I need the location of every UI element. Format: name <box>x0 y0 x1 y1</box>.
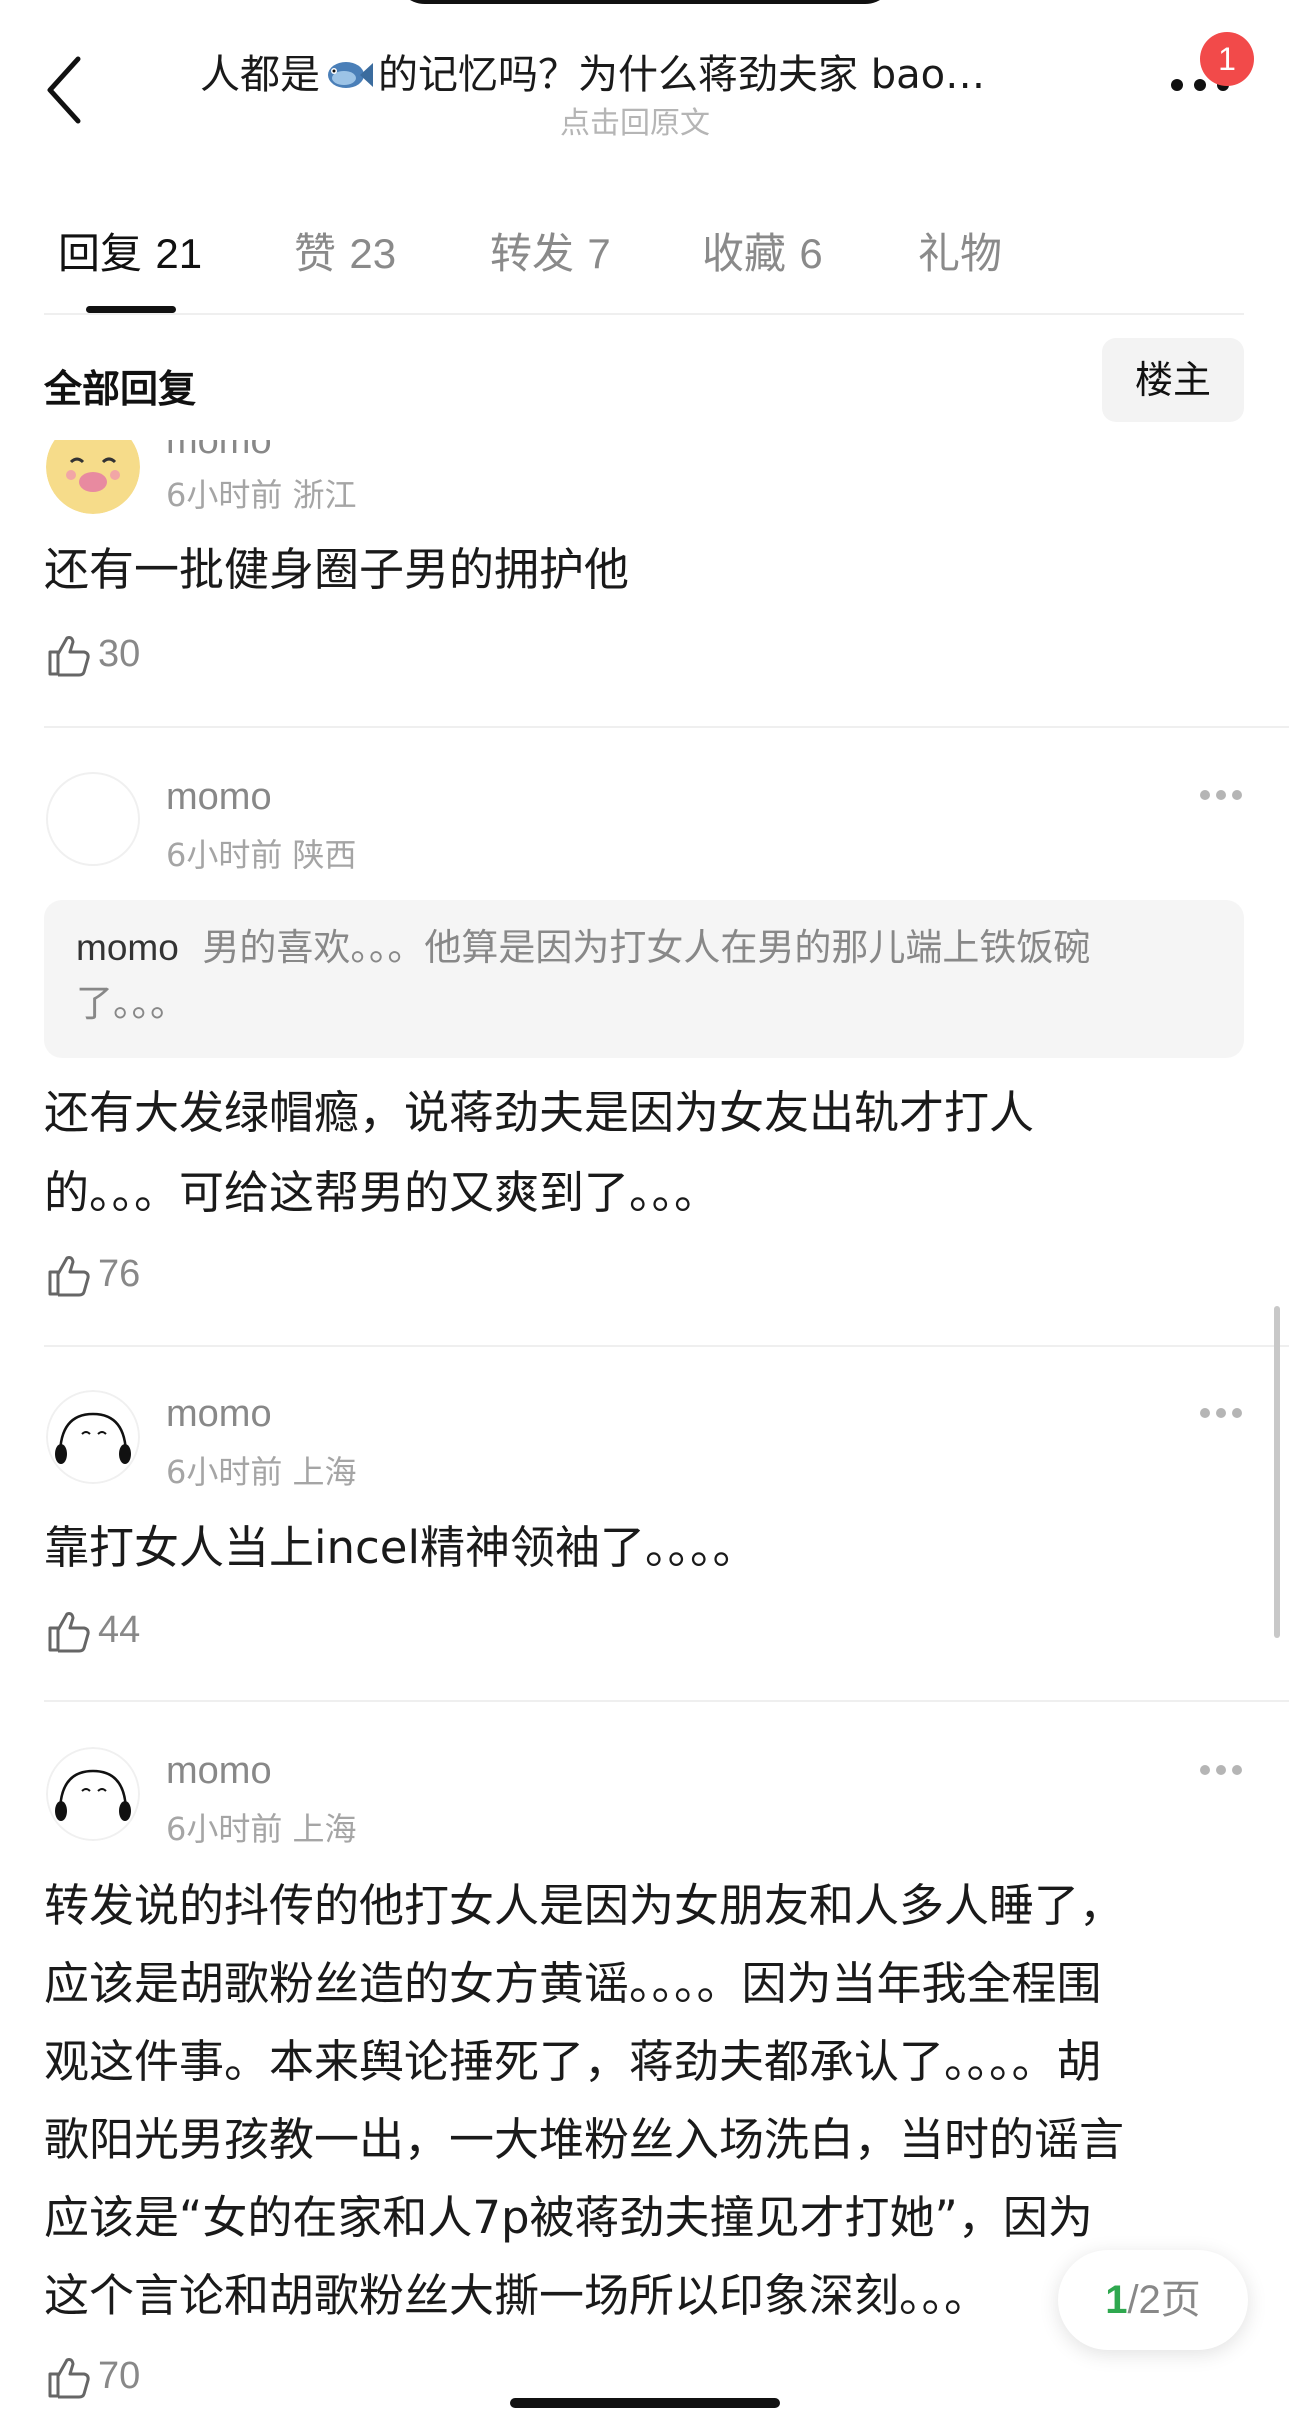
quoted-line-2: 了。。。 <box>76 982 187 1025</box>
cartoon-avatar-icon <box>46 440 140 514</box>
comment-username[interactable]: momo <box>166 1750 272 1793</box>
thumbs-up-icon[interactable] <box>46 632 92 678</box>
comment-text[interactable]: 还有一批健身圈子男的拥护他 <box>44 530 1244 610</box>
comment-more-icon[interactable] <box>1198 1763 1244 1777</box>
comment-text-line[interactable]: 观这件事。本来舆论捶死了，蒋劲夫都承认了。。。。胡 <box>44 2022 1102 2102</box>
post-title[interactable]: 人都是 的记忆吗？为什么蒋劲夫家 bao… <box>200 42 1100 100</box>
tab-gifts[interactable]: 礼物 <box>918 220 1002 281</box>
comment-more-icon[interactable] <box>1198 1406 1244 1420</box>
thumbs-up-icon[interactable] <box>46 1252 92 1298</box>
notification-badge: 1 <box>1200 32 1254 86</box>
comment-meta: 6小时前 浙江 <box>166 476 357 514</box>
comment-username[interactable]: momo <box>166 776 272 819</box>
tabs-divider <box>44 313 1244 315</box>
comment-more-icon[interactable] <box>1198 788 1244 802</box>
tab-likes[interactable]: 赞 23 <box>294 220 396 281</box>
view-original-link[interactable]: 点击回原文 <box>560 98 710 142</box>
comment-text-line[interactable]: 还有大发绿帽瘾，说蒋劲夫是因为女友出轨才打人 <box>44 1073 1034 1153</box>
camera-notch <box>395 0 895 4</box>
comment-text-line[interactable]: 应该是胡歌粉丝造的女方黄谣。。。。因为当年我全程围 <box>44 1944 1102 2024</box>
op-only-filter-button[interactable]: 楼主 <box>1102 338 1244 422</box>
comment-text-line[interactable]: 这个言论和胡歌粉丝大撕一场所以印象深刻。。。 <box>44 2256 989 2336</box>
avatar[interactable] <box>46 1390 140 1484</box>
thumbs-up-icon[interactable] <box>46 1608 92 1654</box>
comment-text[interactable]: 靠打女人当上incel精神领袖了。。。。 <box>44 1508 757 1588</box>
current-page: 1 <box>1105 2278 1128 2322</box>
like-count: 44 <box>98 1609 141 1651</box>
comment-divider <box>44 1700 1289 1702</box>
avatar[interactable] <box>46 772 140 866</box>
avatar[interactable] <box>46 440 140 514</box>
quoted-reply[interactable]: momo 男的喜欢。。。他算是因为打女人在男的那儿端上铁饭碗 了。。。 <box>44 900 1244 1058</box>
tab-replies[interactable]: 回复 21 <box>58 220 202 281</box>
quoted-username: momo <box>76 927 179 968</box>
like-count: 30 <box>98 633 141 675</box>
comment-text-line[interactable]: 歌阳光男孩教一出，一大堆粉丝入场洗白，当时的谣言 <box>44 2100 1124 2180</box>
fish-emoji-icon <box>328 62 373 88</box>
comment-meta: 6小时前 陕西 <box>166 836 357 874</box>
comment-meta: 6小时前 上海 <box>166 1810 357 1848</box>
home-indicator <box>510 2398 780 2408</box>
back-arrow-icon[interactable] <box>44 55 84 125</box>
page-indicator-button[interactable]: 1/2页 <box>1058 2250 1248 2350</box>
all-replies-heading: 全部回复 <box>44 367 197 411</box>
comment-meta: 6小时前 上海 <box>166 1453 357 1491</box>
comment-text-line[interactable]: 的。。。可给这帮男的又爽到了。。。 <box>44 1153 719 1233</box>
thumbs-up-icon[interactable] <box>46 2354 92 2400</box>
comment-text-line[interactable]: 应该是“女的在家和人7p被蒋劲夫撞见才打她”，因为 <box>44 2178 1093 2258</box>
comment-text-line[interactable]: 转发说的抖传的他打女人是因为女朋友和人多人睡了， <box>44 1866 1124 1946</box>
like-count: 70 <box>98 2355 141 2397</box>
like-count: 76 <box>98 1253 141 1295</box>
tab-reposts[interactable]: 转发 7 <box>490 220 611 281</box>
comment-divider <box>44 726 1289 728</box>
comment-item: momo 6小时前 浙江 还有一批健身圈子男的拥护他 30 <box>0 440 1289 730</box>
quoted-line-1: momo 男的喜欢。。。他算是因为打女人在男的那儿端上铁饭碗 <box>76 926 1091 969</box>
active-tab-indicator <box>86 306 176 313</box>
title-prefix: 人都是 <box>200 52 320 98</box>
comment-username[interactable]: momo <box>166 440 272 463</box>
avatar[interactable] <box>46 1747 140 1841</box>
tab-favorites[interactable]: 收藏 6 <box>702 220 823 281</box>
comment-username[interactable]: momo <box>166 1393 272 1436</box>
total-pages: /2页 <box>1127 2278 1201 2322</box>
sketch-avatar-icon <box>46 1747 140 1841</box>
title-suffix: 的记忆吗？为什么蒋劲夫家 bao… <box>378 52 986 98</box>
sketch-avatar-icon <box>46 1390 140 1484</box>
comment-divider <box>44 1345 1289 1347</box>
scrollbar[interactable] <box>1274 1306 1280 1638</box>
